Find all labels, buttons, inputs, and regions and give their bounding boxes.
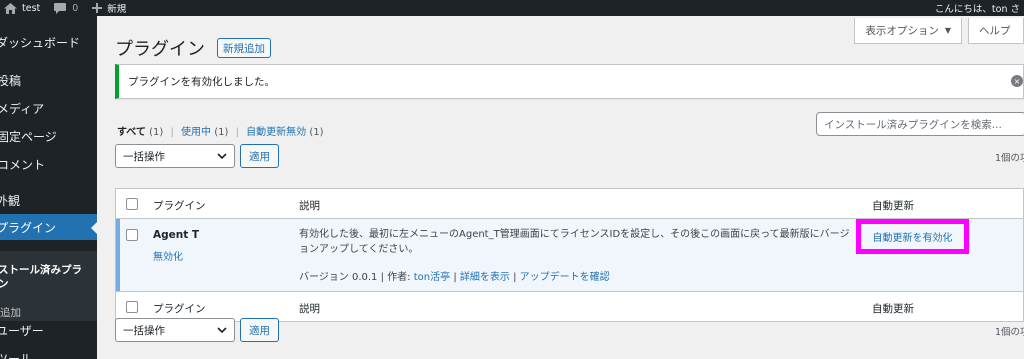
- filter-active[interactable]: 使用中: [181, 127, 211, 138]
- author-label: 作者:: [387, 272, 411, 283]
- filter-auto-update-disabled[interactable]: 自動更新無効: [246, 127, 306, 138]
- home-icon: [4, 2, 17, 14]
- column-header-description: 説明: [299, 200, 320, 212]
- meta-separator: |: [453, 272, 457, 283]
- new-label: 新規: [107, 4, 127, 15]
- sidebar-item-posts[interactable]: 投稿: [0, 72, 94, 89]
- deactivate-link[interactable]: 無効化: [153, 248, 183, 263]
- sidebar-item-pages[interactable]: 固定ページ: [0, 128, 94, 145]
- filter-all-count: (1): [149, 127, 164, 138]
- filter-separator: |: [170, 127, 174, 138]
- apply-button[interactable]: 適用: [240, 144, 279, 168]
- author-link[interactable]: ton活亭: [414, 272, 450, 283]
- select-all-checkbox-footer[interactable]: [126, 301, 138, 313]
- comments-link[interactable]: 0: [54, 0, 78, 16]
- table-header: プラグイン 説明 自動更新: [116, 189, 1024, 219]
- filter-active-count: (1): [214, 127, 229, 138]
- sidebar-item-comments[interactable]: コメント: [0, 156, 94, 173]
- enable-auto-update-link[interactable]: 自動更新を有効化: [856, 219, 969, 254]
- new-content-link[interactable]: 新規: [92, 0, 126, 16]
- sidebar-item-media[interactable]: メディア: [0, 100, 94, 117]
- page-title: プラグイン: [115, 39, 205, 60]
- column-header-auto-update: 自動更新: [872, 200, 914, 212]
- bulk-action-label: 一括操作: [123, 150, 165, 163]
- bulk-actions-bottom: 一括操作 適用: [115, 318, 279, 342]
- screen-meta-links: 表示オプション ▼ ヘルプ: [848, 18, 1024, 44]
- bulk-action-select-bottom[interactable]: 一括操作: [115, 318, 235, 342]
- meta-separator: |: [513, 272, 517, 283]
- submenu-add-new[interactable]: 追加: [0, 305, 21, 320]
- column-header-name: プラグイン: [153, 200, 206, 212]
- check-updates-link[interactable]: アップデートを確認: [520, 272, 610, 283]
- filter-separator: |: [235, 127, 239, 138]
- plugin-version: バージョン 0.0.1: [299, 272, 378, 283]
- plugin-search-input[interactable]: インストール済みプラグインを検索...: [816, 112, 1024, 136]
- plugin-status-filters: すべて (1) | 使用中 (1) | 自動更新無効 (1): [117, 123, 323, 138]
- row-checkbox[interactable]: [126, 229, 138, 241]
- plugin-meta: バージョン 0.0.1 | 作者: ton活亭 | 詳細を表示 | アップデート…: [299, 268, 610, 283]
- column-footer-description: 説明: [299, 303, 320, 315]
- sidebar-item-dashboard[interactable]: ダッシュボード: [0, 34, 93, 51]
- item-count-bottom: 1個の項: [995, 327, 1024, 338]
- chevron-down-icon: [217, 327, 227, 334]
- filter-auto-update-disabled-count: (1): [309, 127, 324, 138]
- caret-down-icon: ▼: [944, 26, 951, 35]
- chevron-down-icon: [217, 153, 227, 160]
- help-label: ヘルプ: [979, 25, 1011, 37]
- enable-auto-update-label: 自動更新を有効化: [872, 233, 953, 244]
- bulk-actions-top: 一括操作 適用: [115, 144, 279, 168]
- help-button[interactable]: ヘルプ: [968, 18, 1024, 44]
- apply-button-bottom[interactable]: 適用: [240, 318, 279, 342]
- column-footer-auto-update: 自動更新: [872, 303, 914, 315]
- screen-options-button[interactable]: 表示オプション ▼: [854, 18, 962, 44]
- site-name-link[interactable]: test: [4, 0, 40, 16]
- admin-sidebar: ダッシュボード 投稿 メディア 固定ページ コメント 外観 プラグイン ストール…: [0, 16, 97, 359]
- sidebar-item-plugins[interactable]: プラグイン: [0, 214, 97, 240]
- comments-count: 0: [72, 2, 79, 14]
- select-all-checkbox[interactable]: [126, 198, 138, 210]
- main-content: 表示オプション ▼ ヘルプ プラグイン 新規追加 プラグインを有効化しました。 …: [97, 16, 1024, 359]
- sidebar-item-appearance[interactable]: 外観: [0, 192, 93, 209]
- item-count: 1個の項: [995, 153, 1024, 164]
- table-row: Agent T 無効化 有効化した後、最初に左メニューのAgent_T管理画面に…: [116, 219, 1023, 291]
- sidebar-item-tools[interactable]: ツール: [0, 350, 93, 359]
- my-account-greeting[interactable]: こんにちは、ton さ: [935, 0, 1020, 16]
- sidebar-item-plugins-label: プラグイン: [0, 221, 57, 235]
- table-footer: プラグイン 説明 自動更新: [116, 291, 1024, 321]
- sidebar-item-users[interactable]: ユーザー: [0, 322, 93, 339]
- view-details-link[interactable]: 詳細を表示: [460, 272, 510, 283]
- bulk-action-label-bottom: 一括操作: [123, 324, 165, 337]
- add-new-plugin-button[interactable]: 新規追加: [217, 38, 271, 58]
- meta-separator: |: [380, 272, 384, 283]
- comment-icon: [54, 2, 67, 14]
- plugin-name: Agent T: [153, 229, 200, 241]
- success-notice: プラグインを有効化しました。 ×: [115, 64, 1024, 99]
- submenu-installed-plugins[interactable]: ストール済みプラ ン: [0, 263, 95, 291]
- dismiss-icon[interactable]: ×: [1011, 75, 1023, 87]
- plugins-table: プラグイン 説明 自動更新 Agent T 無効化 有効化した後、最初に左メニュ…: [115, 188, 1024, 322]
- plus-icon: [92, 3, 103, 13]
- plugins-submenu: ストール済みプラ ン 追加: [0, 251, 97, 321]
- column-footer-name: プラグイン: [153, 303, 206, 315]
- plugin-description: 有効化した後、最初に左メニューのAgent_T管理画面にてライセンスIDを設定し…: [299, 229, 850, 255]
- admin-bar: test 0 新規 こんにちは、ton さ: [0, 0, 1024, 16]
- notice-message: プラグインを有効化しました。: [128, 76, 275, 88]
- site-name: test: [22, 2, 41, 14]
- screen-options-label: 表示オプション: [865, 25, 939, 37]
- bulk-action-select[interactable]: 一括操作: [115, 144, 235, 168]
- filter-all[interactable]: すべて: [117, 127, 146, 138]
